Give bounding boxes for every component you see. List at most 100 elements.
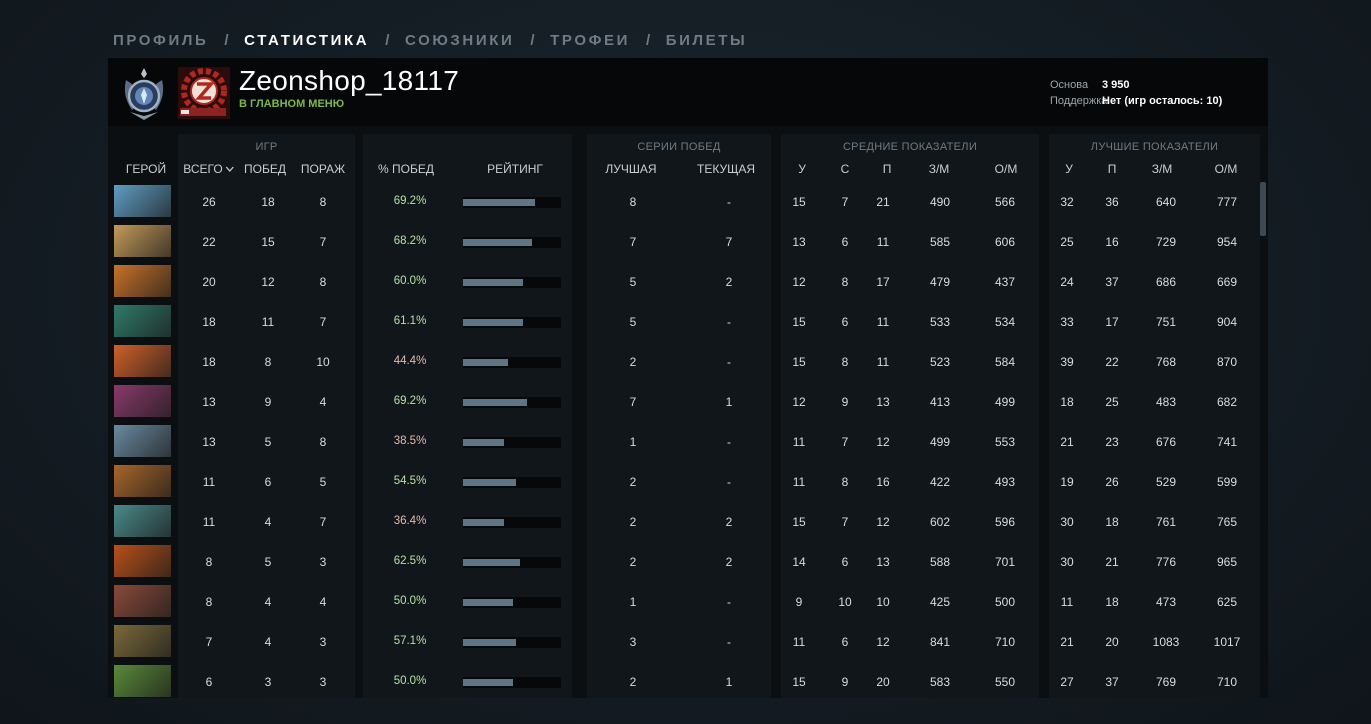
col-avg-kills[interactable]: У — [798, 162, 806, 176]
hero-portrait[interactable] — [114, 185, 171, 217]
table-row[interactable]: 18 8 10 44.4% 2 - 15 8 11 523 584 39 22 768 870 — [108, 344, 1260, 378]
col-total[interactable]: ВСЕГО — [183, 162, 235, 176]
rating-bar — [463, 677, 561, 688]
hero-portrait[interactable] — [114, 665, 171, 697]
best-xpm-cell: 765 — [1216, 515, 1238, 529]
tab-tickets[interactable]: БИЛЕТЫ — [666, 32, 748, 49]
rating-bar — [463, 597, 561, 608]
table-row[interactable]: 8 5 3 62.5% 2 2 14 6 13 588 701 30 21 776 965 — [108, 544, 1260, 578]
tab-trophies[interactable]: ТРОФЕИ — [550, 32, 630, 49]
best-streak-cell: 2 — [629, 355, 637, 369]
avg-xpm-cell: 534 — [994, 315, 1016, 329]
table-row[interactable]: 11 6 5 54.5% 2 - 11 8 16 422 493 19 26 529 599 — [108, 464, 1260, 498]
best-gpm-cell: 761 — [1155, 515, 1177, 529]
col-avg-deaths[interactable]: С — [841, 162, 850, 176]
col-avg-xpm[interactable]: О/М — [995, 162, 1018, 176]
sort-down-icon — [226, 166, 235, 172]
rating-bar-fill — [463, 479, 516, 486]
stats-panel: Zeonshop_18117 В ГЛАВНОМ МЕНЮ Основа 3 95… — [108, 58, 1268, 698]
avg-xpm-cell: 553 — [994, 435, 1016, 449]
avg-gpm-cell: 841 — [929, 635, 951, 649]
best-xpm-cell: 741 — [1216, 435, 1238, 449]
avg-xpm-cell: 493 — [994, 475, 1016, 489]
table-row[interactable]: 13 5 8 38.5% 1 - 11 7 12 499 553 21 23 676 741 — [108, 424, 1260, 458]
current-streak-cell: - — [727, 475, 731, 489]
col-losses[interactable]: ПОРАЖ — [301, 162, 345, 176]
table-row[interactable]: 26 18 8 69.2% 8 - 15 7 21 490 566 32 36 640 777 — [108, 184, 1260, 218]
col-best-kills[interactable]: У — [1065, 162, 1073, 176]
col-avg-gpm[interactable]: З/М — [929, 162, 950, 176]
averages-group-title: СРЕДНИЕ ПОКАЗАТЕЛИ — [842, 141, 978, 153]
scrollbar[interactable] — [1260, 182, 1266, 236]
avatar[interactable] — [178, 67, 230, 119]
current-streak-cell: 1 — [725, 675, 733, 689]
avg-assists-cell: 21 — [876, 195, 890, 209]
losses-cell: 4 — [319, 395, 327, 409]
col-winrate[interactable]: % ПОБЕД — [378, 162, 434, 176]
win-percent-cell: 38.5% — [393, 435, 427, 447]
hero-portrait[interactable] — [114, 425, 171, 457]
rating-bar-fill — [463, 399, 527, 406]
best-gpm-cell: 776 — [1155, 555, 1177, 569]
best-kills-cell: 19 — [1060, 475, 1074, 489]
table-row[interactable]: 6 3 3 50.0% 2 1 15 9 20 583 550 27 37 769 710 — [108, 664, 1260, 698]
col-hero[interactable]: ГЕРОЙ — [126, 162, 166, 176]
rating-bar-fill — [463, 439, 504, 446]
rating-bar — [463, 317, 561, 328]
col-current-streak[interactable]: ТЕКУЩАЯ — [697, 162, 755, 176]
col-best-assists[interactable]: П — [1108, 162, 1117, 176]
col-avg-assists[interactable]: П — [883, 162, 892, 176]
best-streak-cell: 3 — [629, 635, 637, 649]
tab-statistics[interactable]: СТАТИСТИКА — [244, 32, 369, 49]
best-streak-cell: 7 — [629, 235, 637, 249]
avg-deaths-cell: 6 — [841, 315, 849, 329]
avg-xpm-cell: 550 — [994, 675, 1016, 689]
losses-cell: 5 — [319, 475, 327, 489]
best-xpm-cell: 1017 — [1213, 635, 1241, 649]
hero-portrait[interactable] — [114, 305, 171, 337]
best-assists-cell: 37 — [1105, 675, 1119, 689]
avg-gpm-cell: 533 — [929, 315, 951, 329]
hero-portrait[interactable] — [114, 265, 171, 297]
best-kills-cell: 11 — [1060, 595, 1074, 609]
hero-portrait[interactable] — [114, 385, 171, 417]
avg-xpm-cell: 566 — [994, 195, 1016, 209]
col-best-streak[interactable]: ЛУЧШАЯ — [605, 162, 656, 176]
tab-allies[interactable]: СОЮЗНИКИ — [405, 32, 514, 49]
best-assists-cell: 37 — [1105, 275, 1119, 289]
best-assists-cell: 21 — [1105, 555, 1119, 569]
col-rating[interactable]: РЕЙТИНГ — [487, 162, 543, 176]
table-row[interactable]: 11 4 7 36.4% 2 2 15 7 12 602 596 30 18 761 765 — [108, 504, 1260, 538]
avg-kills-cell: 15 — [792, 515, 806, 529]
avg-kills-cell: 9 — [795, 595, 803, 609]
avg-assists-cell: 11 — [876, 235, 890, 249]
losses-cell: 8 — [319, 435, 327, 449]
table-row[interactable]: 13 9 4 69.2% 7 1 12 9 13 413 499 18 25 483 682 — [108, 384, 1260, 418]
col-best-xpm[interactable]: О/М — [1215, 162, 1238, 176]
best-gpm-cell: 686 — [1155, 275, 1177, 289]
best-kills-cell: 30 — [1060, 555, 1074, 569]
best-assists-cell: 23 — [1105, 435, 1119, 449]
table-row[interactable]: 8 4 4 50.0% 1 - 9 10 10 425 500 11 18 473 625 — [108, 584, 1260, 618]
avg-deaths-cell: 9 — [841, 675, 849, 689]
avg-deaths-cell: 8 — [841, 355, 849, 369]
losses-cell: 7 — [319, 235, 327, 249]
table-row[interactable]: 20 12 8 60.0% 5 2 12 8 17 479 437 24 37 686 669 — [108, 264, 1260, 298]
hero-portrait[interactable] — [114, 625, 171, 657]
hero-portrait[interactable] — [114, 345, 171, 377]
rating-bar-fill — [463, 559, 520, 566]
hero-portrait[interactable] — [114, 585, 171, 617]
hero-portrait[interactable] — [114, 545, 171, 577]
avg-assists-cell: 13 — [876, 395, 890, 409]
col-wins[interactable]: ПОБЕД — [244, 162, 286, 176]
avg-assists-cell: 20 — [876, 675, 890, 689]
hero-portrait[interactable] — [114, 505, 171, 537]
table-row[interactable]: 18 11 7 61.1% 5 - 15 6 11 533 534 33 17 751 904 — [108, 304, 1260, 338]
hero-portrait[interactable] — [114, 225, 171, 257]
tab-profile[interactable]: ПРОФИЛЬ — [113, 32, 208, 49]
avg-gpm-cell: 479 — [929, 275, 951, 289]
hero-portrait[interactable] — [114, 465, 171, 497]
table-row[interactable]: 7 4 3 57.1% 3 - 11 6 12 841 710 21 20 1083 1017 — [108, 624, 1260, 658]
table-row[interactable]: 22 15 7 68.2% 7 7 13 6 11 585 606 25 16 729 954 — [108, 224, 1260, 258]
col-best-gpm[interactable]: З/М — [1152, 162, 1173, 176]
